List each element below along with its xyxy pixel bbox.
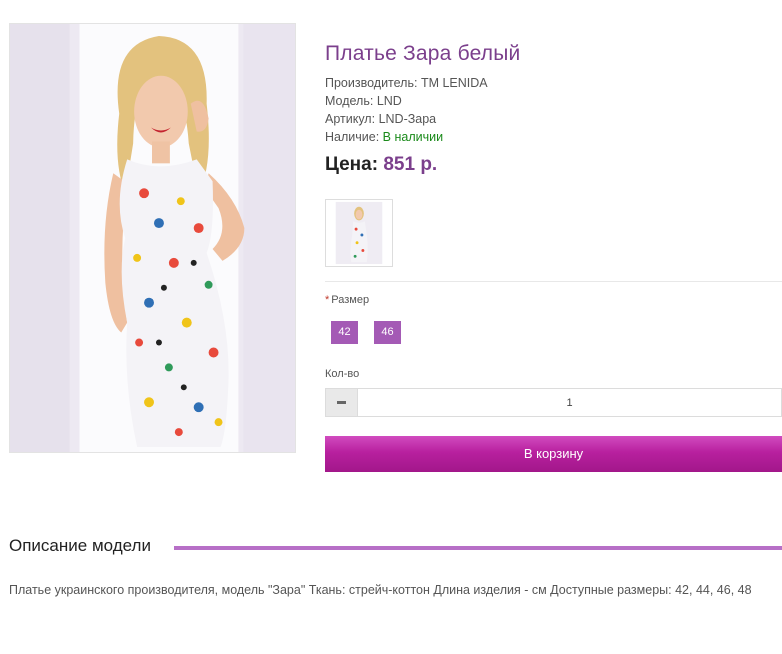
model-label: Модель: [325,94,374,108]
model-photo [10,24,295,452]
minus-icon [337,401,346,404]
sku-value: LND-Зара [378,112,437,126]
product-thumbnail[interactable] [325,199,393,267]
model-value: LND [376,94,402,108]
manufacturer-row: Производитель: ТМ LENIDA [325,76,488,90]
price-row: Цена: 851 р. [325,154,437,176]
size-option-46[interactable]: 46 [374,321,401,344]
size-label-text: Размер [331,294,370,306]
size-label: * Размер [325,294,369,306]
price-value: 851 р. [383,154,438,175]
description-heading-line [174,546,782,550]
product-main-image[interactable] [9,23,296,453]
required-mark: * [325,294,330,306]
sku-label: Артикул: [325,112,376,126]
size-option-42[interactable]: 42 [331,321,358,344]
add-to-cart-button[interactable]: В корзину [325,436,782,472]
sku-row: Артикул: LND-Зара [325,112,436,126]
model-row: Модель: LND [325,94,402,108]
stock-status: В наличии [382,130,444,144]
product-title: Платье Зара белый [325,42,521,65]
quantity-decrease-button[interactable] [326,389,358,416]
thumbnail-photo [326,200,392,266]
stock-row: Наличие: В наличии [325,130,443,144]
quantity-stepper [325,388,782,417]
manufacturer-label: Производитель: [325,76,418,90]
quantity-input[interactable] [358,389,781,416]
manufacturer-value: ТМ LENIDA [420,76,488,90]
quantity-label: Кол-во [325,368,360,380]
description-text: Платье украинского производителя, модель… [9,583,752,597]
description-heading: Описание модели [9,536,159,556]
stock-label: Наличие: [325,130,380,144]
price-label: Цена: [325,154,379,175]
options-divider [325,281,782,282]
